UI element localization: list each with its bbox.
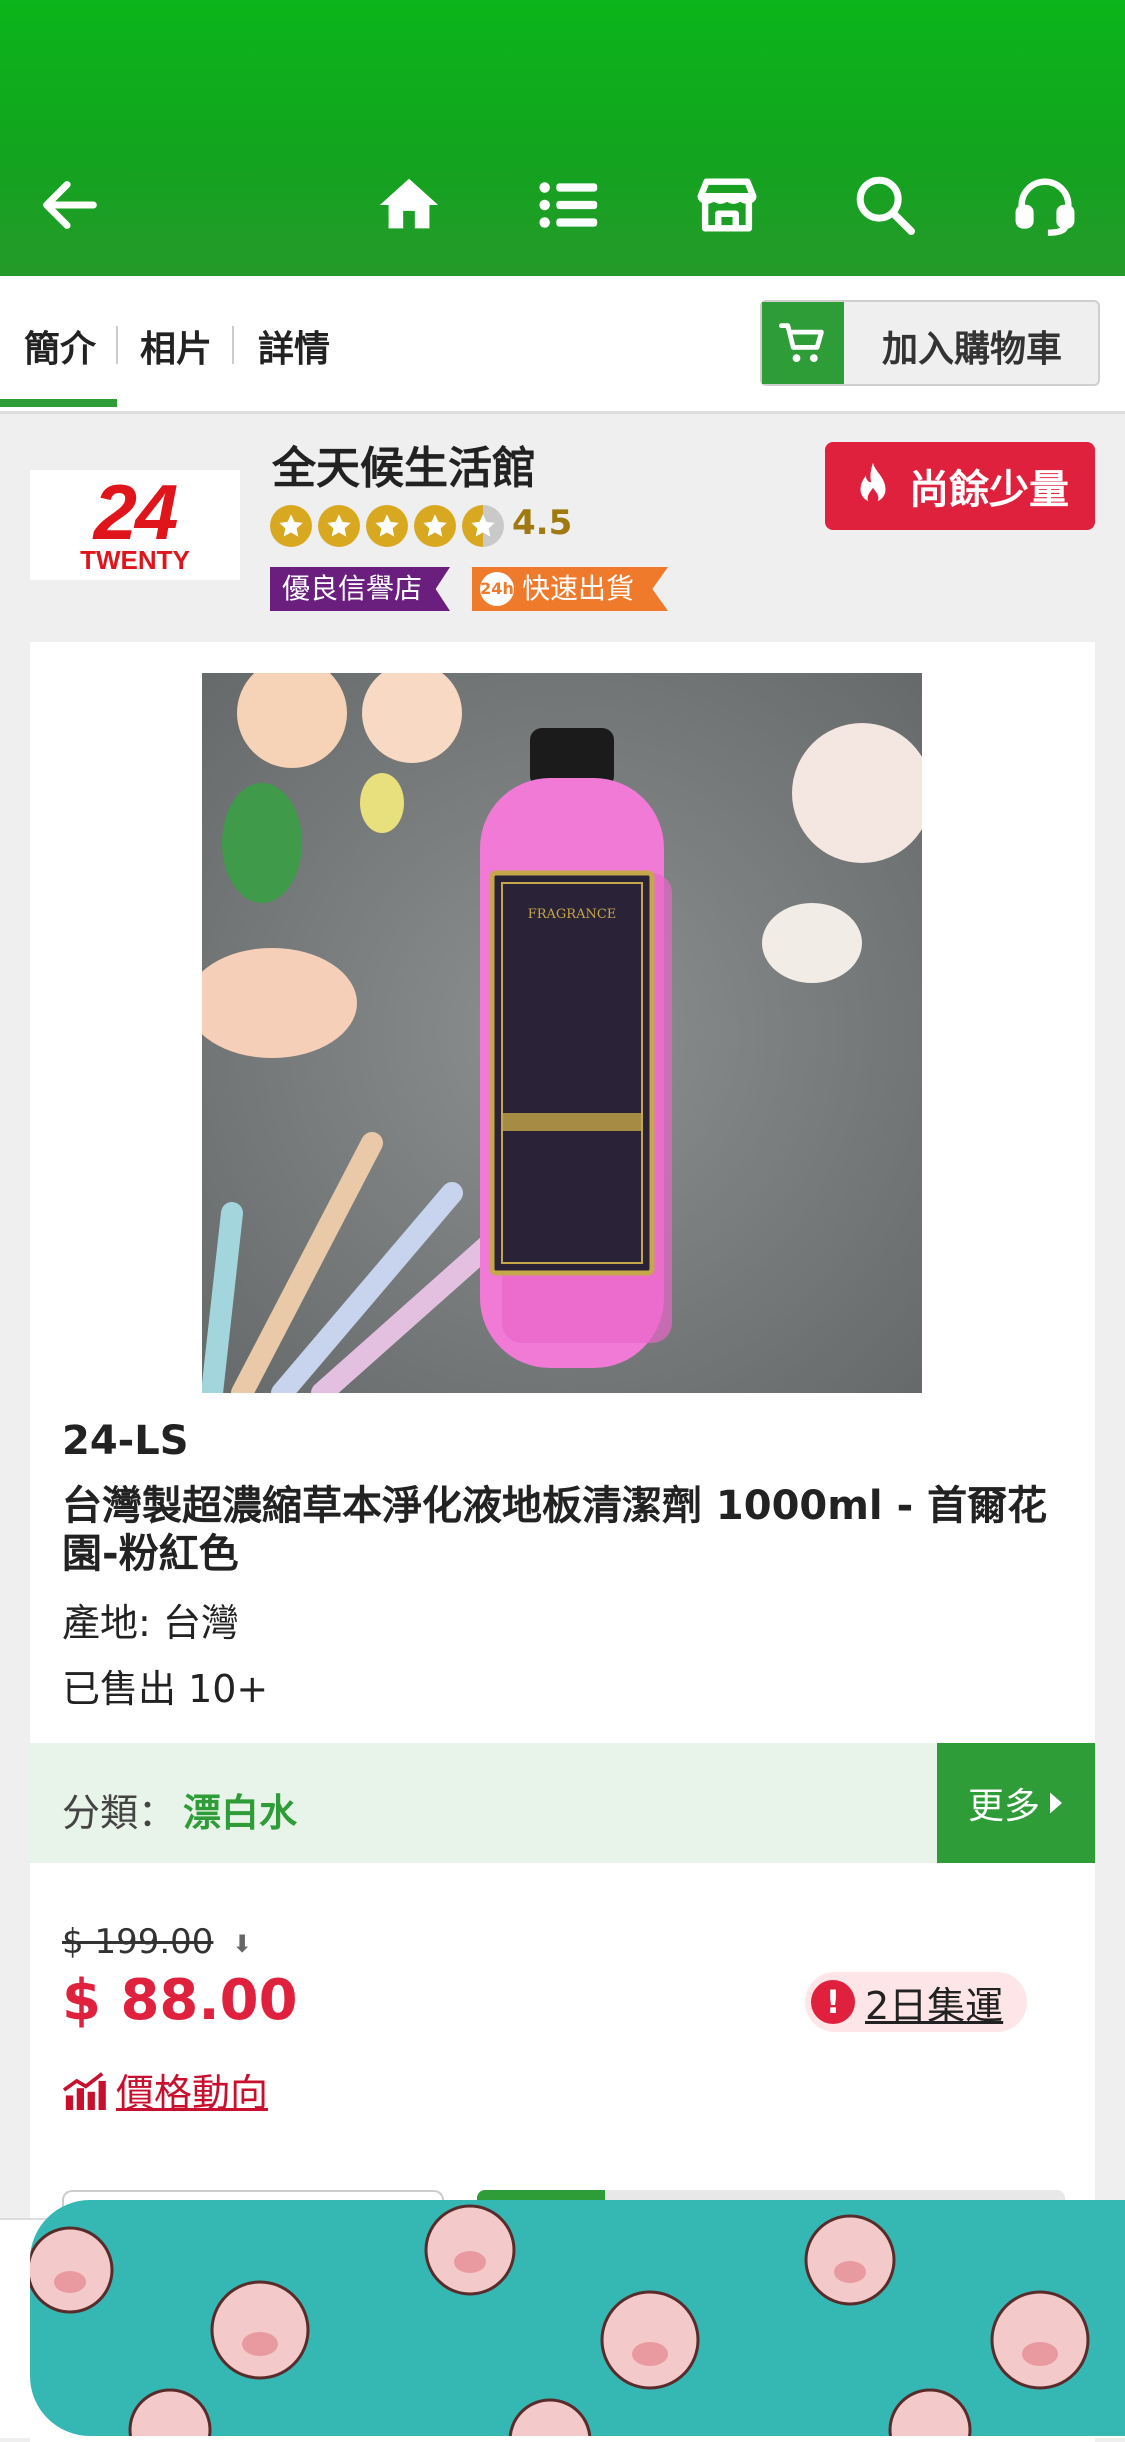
- price-trend-link[interactable]: 價格動向: [62, 2062, 268, 2117]
- good-reputation-badge: 優良信譽店: [270, 567, 451, 611]
- category-link[interactable]: 漂白水: [183, 1782, 297, 1837]
- store-icon[interactable]: [682, 160, 772, 250]
- star-icon: [414, 505, 456, 547]
- chevron-right-icon: [1050, 1792, 1062, 1814]
- low-stock-badge: 尚餘少量: [825, 442, 1095, 530]
- add-to-cart-label: 加入購物車: [882, 329, 1063, 370]
- back-arrow-icon[interactable]: [25, 160, 115, 250]
- 24h-icon: 24h: [480, 572, 514, 606]
- tab-details[interactable]: 詳情: [258, 320, 330, 372]
- tab-intro[interactable]: 簡介: [24, 320, 96, 372]
- store-name[interactable]: 全天候生活館: [272, 432, 536, 496]
- product-sku: 24-LS: [62, 1418, 189, 1464]
- more-categories-button[interactable]: 更多: [937, 1743, 1095, 1863]
- bottle-label-text: FRAGRANCE: [528, 907, 617, 922]
- half-star-icon: [462, 505, 504, 547]
- more-label: 更多: [967, 1786, 1040, 1827]
- home-icon[interactable]: [364, 160, 454, 250]
- shipping-info-badge[interactable]: ! 2日集運: [805, 1972, 1028, 2032]
- list-icon[interactable]: [523, 160, 613, 250]
- store-rating-stars: [270, 505, 504, 547]
- price-trend-label: 價格動向: [116, 2071, 269, 2115]
- star-icon: [270, 505, 312, 547]
- original-price: $ 199.00: [62, 1922, 214, 1962]
- search-icon[interactable]: [840, 160, 930, 250]
- chart-icon: [62, 2071, 106, 2110]
- redaction-overlay: [30, 2200, 1125, 2436]
- fast-shipping-label: 快速出貨: [522, 572, 635, 605]
- shipping-label: 2日集運: [865, 1983, 1004, 2028]
- cart-icon: [762, 302, 844, 384]
- category-label: 分類：: [62, 1791, 177, 1835]
- headset-icon[interactable]: [1000, 160, 1090, 250]
- store-logo[interactable]: 24 TWENTY: [30, 470, 240, 580]
- product-sold-count: 已售出 10+: [62, 1667, 269, 1711]
- tab-photos[interactable]: 相片: [140, 320, 212, 372]
- price-down-icon: ⬇: [232, 1930, 253, 1958]
- fast-shipping-badge: 24h 快速出貨: [472, 567, 669, 611]
- section-tabs-bar: 簡介 相片 詳情 加入購物車: [0, 276, 1125, 414]
- store-rating-value: 4.5: [512, 503, 573, 543]
- alert-icon: !: [811, 1980, 855, 2024]
- store-logo-word: TWENTY: [80, 545, 190, 575]
- product-origin: 產地: 台灣: [62, 1601, 239, 1645]
- star-icon: [318, 505, 360, 547]
- sale-price: $ 88.00: [62, 1968, 298, 2033]
- low-stock-label: 尚餘少量: [909, 467, 1069, 513]
- active-tab-indicator: [0, 399, 117, 407]
- product-image[interactable]: FRAGRANCE: [202, 673, 922, 1393]
- star-icon: [366, 505, 408, 547]
- add-to-cart-button[interactable]: 加入購物車: [760, 300, 1100, 386]
- tab-divider: [232, 326, 234, 364]
- top-navigation-bar: [0, 0, 1125, 276]
- fire-icon: [860, 462, 886, 504]
- store-logo-number: 24: [93, 468, 179, 556]
- product-title: 台灣製超濃縮草本淨化液地板清潔劑 1000ml - 首爾花園-粉紅色: [62, 1483, 1048, 1577]
- tab-divider: [116, 326, 118, 364]
